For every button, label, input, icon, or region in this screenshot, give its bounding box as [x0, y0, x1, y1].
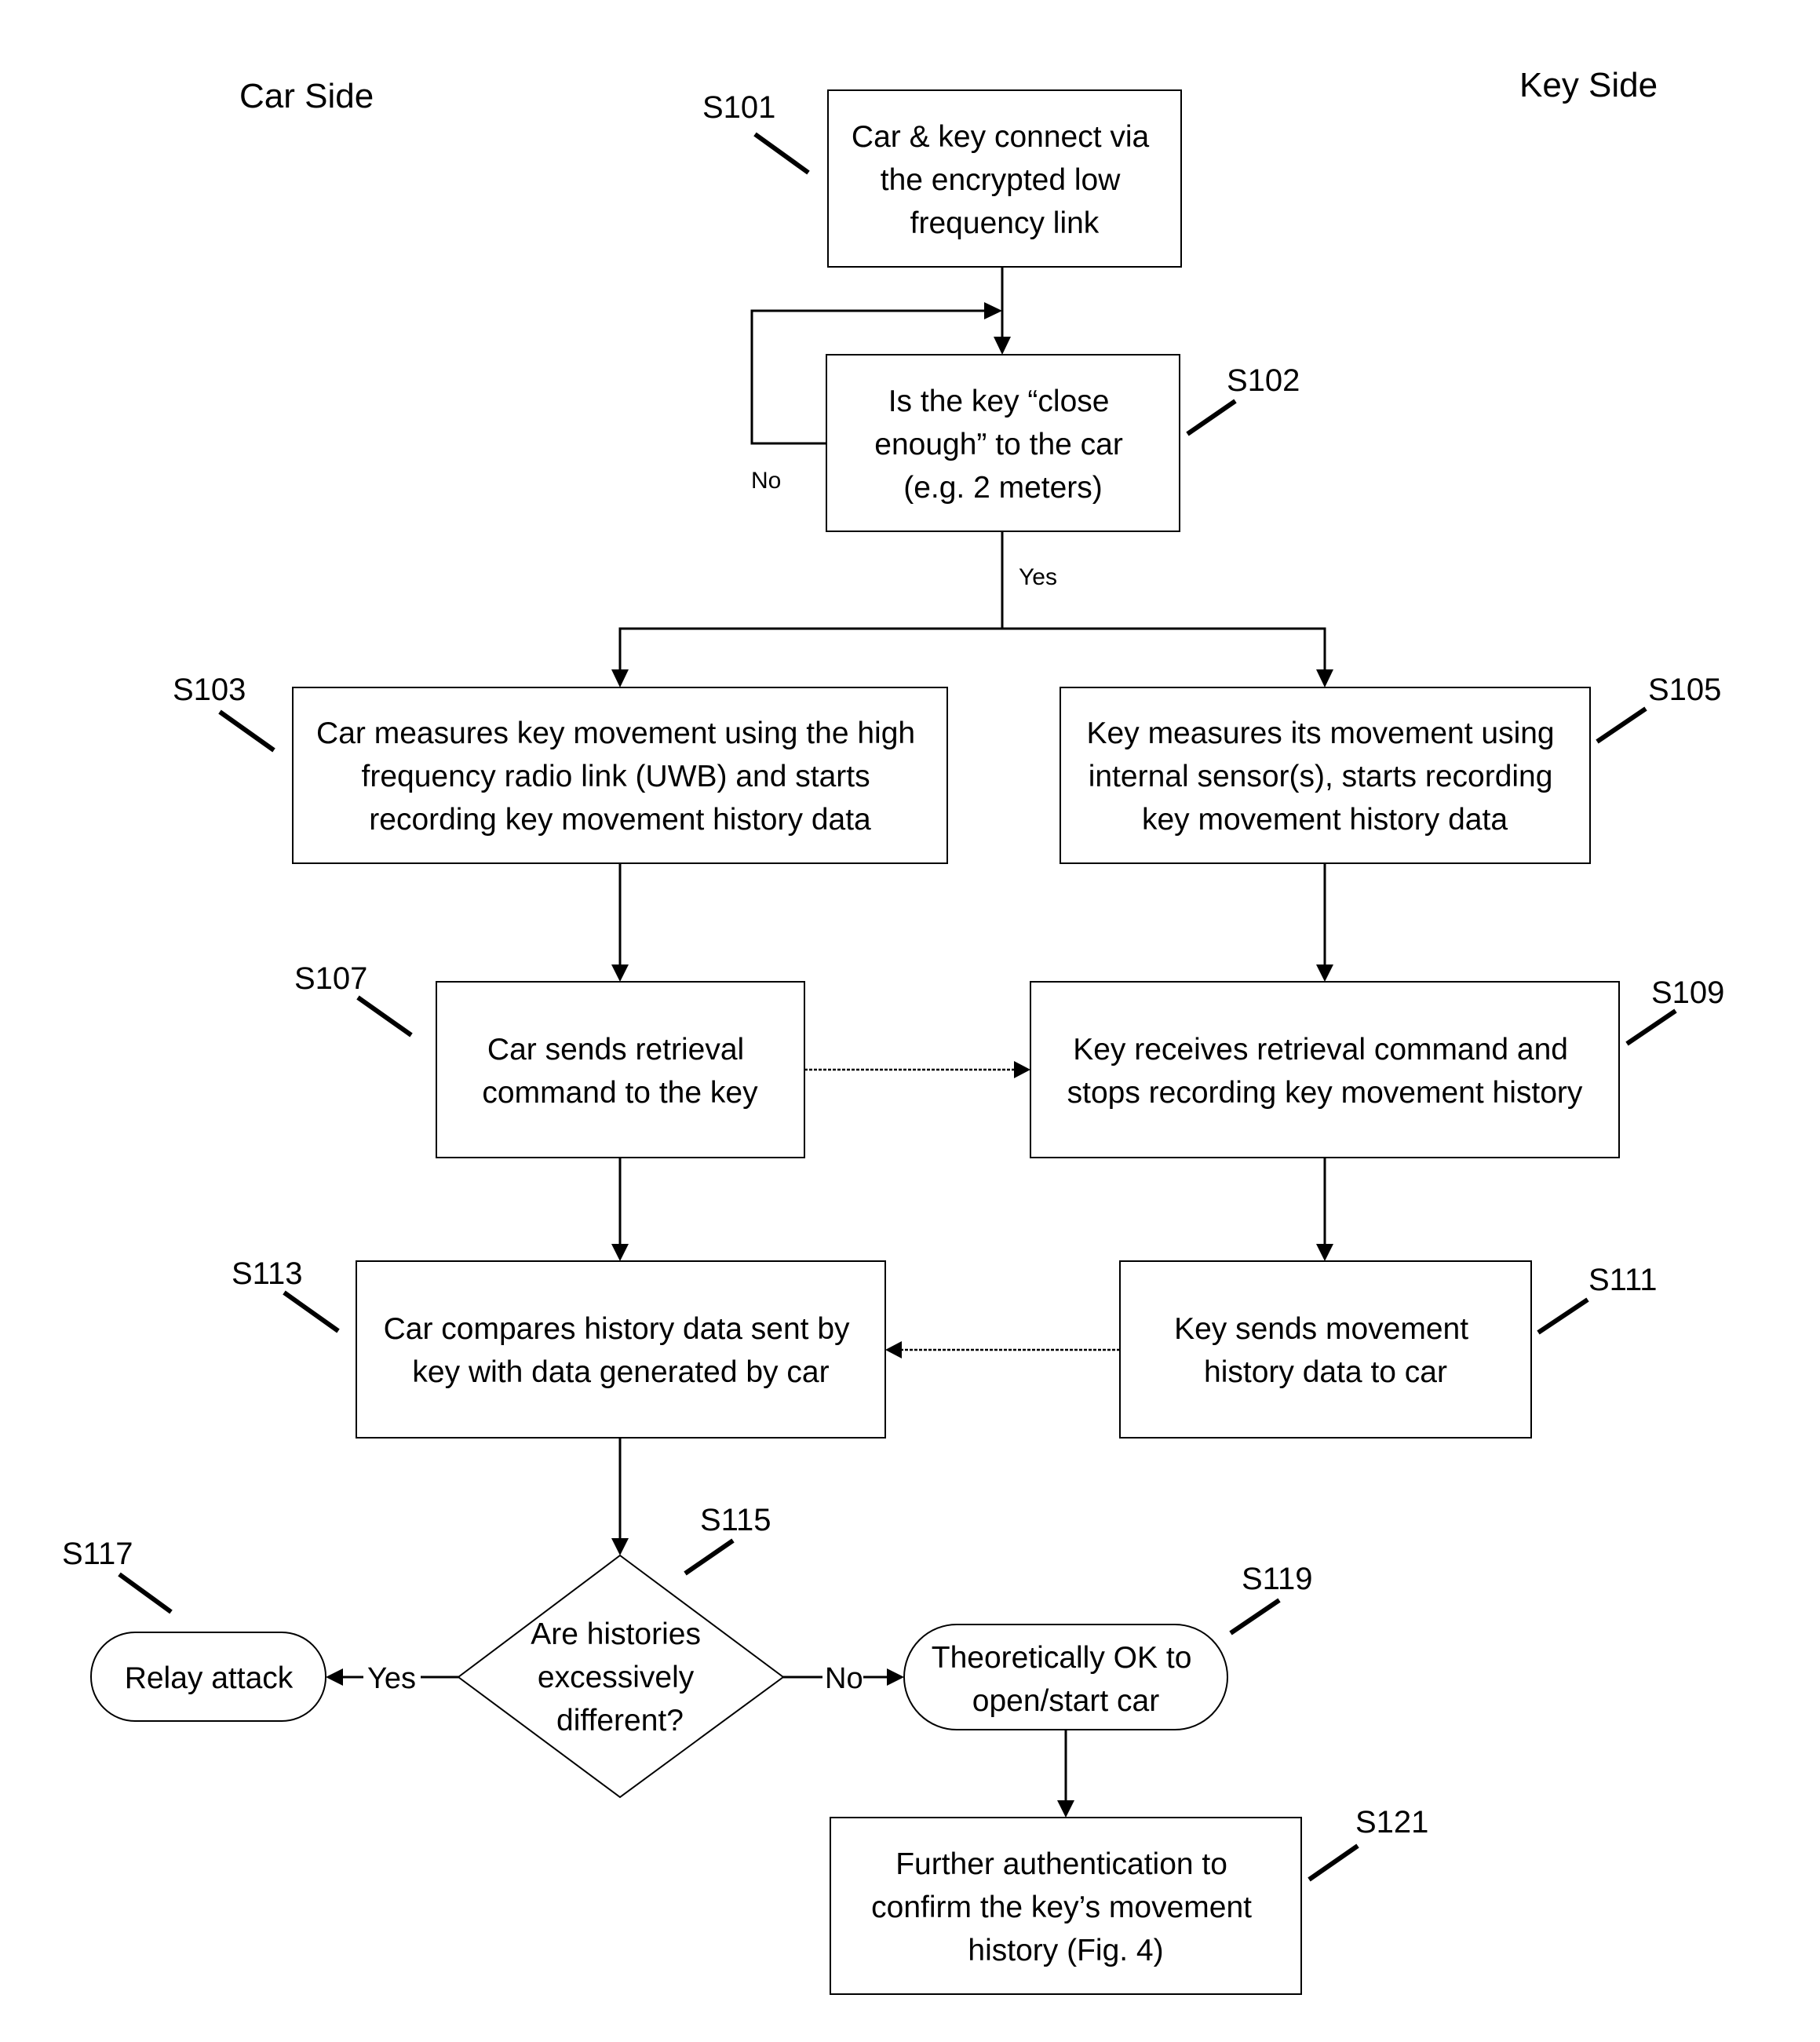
node-s107[interactable]: Car sends retrieval command to the key [436, 981, 805, 1158]
s117-text: Relay attack [125, 1661, 294, 1695]
step-label-s117: S117 [62, 1537, 133, 1571]
node-s119-terminal[interactable]: Theoretically OK to open/start car [903, 1624, 1228, 1730]
step-label-s111: S111 [1588, 1263, 1657, 1297]
node-s117-terminal[interactable]: Relay attack [90, 1632, 326, 1722]
step-label-s121: S121 [1355, 1805, 1428, 1840]
step-label-s113: S113 [232, 1256, 302, 1291]
s107-box [436, 981, 805, 1158]
node-s102[interactable]: Is the key “close enough” to the car (e.… [826, 354, 1180, 532]
step-label-s101: S101 [702, 90, 775, 125]
step-label-s115: S115 [700, 1503, 771, 1537]
node-s121[interactable]: Further authentication to confirm the ke… [830, 1817, 1302, 1995]
s105-text: Key measures its movement using internal… [1087, 717, 1563, 837]
s102-text: Is the key “close enough” to the car (e.… [874, 385, 1131, 505]
node-s101[interactable]: Car & key connect via the encrypted low … [827, 89, 1182, 268]
s103-text: Car measures key movement using the high… [316, 717, 924, 837]
node-s111[interactable]: Key sends movement history data to car [1119, 1260, 1532, 1439]
edge-label-s102-no: No [751, 468, 781, 494]
step-label-s109: S109 [1651, 975, 1724, 1010]
s113-box [356, 1260, 886, 1439]
s109-box [1030, 981, 1620, 1158]
edge-label-s115-yes: Yes [367, 1662, 416, 1695]
edge-label-s115-no: No [825, 1662, 863, 1695]
step-label-s107: S107 [294, 961, 367, 996]
step-label-s105: S105 [1648, 673, 1721, 707]
node-s109[interactable]: Key receives retrieval command and stops… [1030, 981, 1620, 1158]
car-side-label: Car Side [239, 77, 374, 115]
node-s103[interactable]: Car measures key movement using the high… [292, 687, 948, 864]
key-side-label: Key Side [1519, 66, 1658, 104]
step-label-s102: S102 [1227, 363, 1300, 398]
s111-box [1119, 1260, 1532, 1439]
step-label-s119: S119 [1242, 1562, 1312, 1596]
flowchart-canvas: Car Side Key Side No Yes Yes No Car & ke… [0, 0, 1820, 2042]
s115-text: Are histories excessively different? [531, 1617, 709, 1738]
node-s105[interactable]: Key measures its movement using internal… [1060, 687, 1591, 864]
step-label-s103: S103 [173, 673, 246, 707]
node-s113[interactable]: Car compares history data sent by key wi… [356, 1260, 886, 1439]
edge-label-s102-yes: Yes [1019, 564, 1057, 590]
